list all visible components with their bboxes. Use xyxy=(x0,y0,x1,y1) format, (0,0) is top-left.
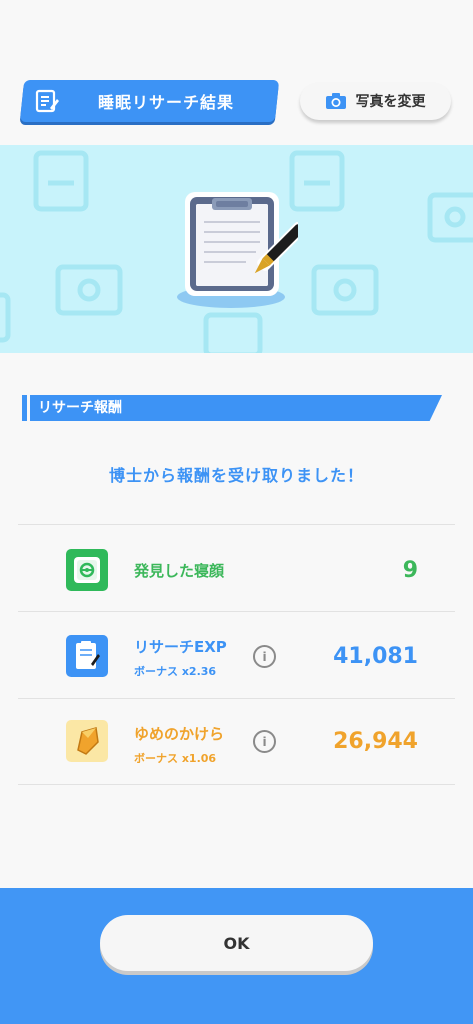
reward-value: 9 xyxy=(402,558,418,583)
divider xyxy=(18,611,455,612)
change-photo-button[interactable]: 写真を変更 xyxy=(300,82,451,120)
reward-title: 発見した寝顔 xyxy=(134,562,225,580)
reward-row-research-exp: リサーチEXP ボーナス x2.36 i 41,081 xyxy=(0,613,473,699)
ok-button[interactable]: OK xyxy=(100,915,373,971)
divider xyxy=(18,524,455,525)
reward-value: 26,944 xyxy=(333,729,418,754)
camera-icon xyxy=(325,93,346,109)
page-title-tab: 睡眠リサーチ結果 xyxy=(19,80,280,122)
pokedex-icon xyxy=(66,549,108,591)
section-header: リサーチ報酬 xyxy=(22,395,442,421)
clipboard-pen-illustration xyxy=(176,182,307,312)
divider xyxy=(18,698,455,699)
info-icon[interactable]: i xyxy=(253,730,276,753)
research-banner xyxy=(0,145,473,353)
reward-row-dream-shards: ゆめのかけら ボーナス x1.06 i 26,944 xyxy=(0,700,473,786)
dream-shard-icon xyxy=(66,720,108,762)
research-notepad-icon xyxy=(66,635,108,677)
section-title: リサーチ報酬 xyxy=(30,395,442,421)
page-title: 睡眠リサーチ結果 xyxy=(98,93,235,112)
reward-title: リサーチEXP xyxy=(134,638,227,656)
notepad-icon xyxy=(35,89,59,113)
divider xyxy=(18,784,455,785)
info-icon[interactable]: i xyxy=(253,645,276,668)
reward-value: 41,081 xyxy=(333,644,418,669)
reward-row-sleep-styles: 発見した寝顔 9 xyxy=(0,526,473,612)
reward-bonus: ボーナス x1.06 xyxy=(134,752,217,765)
reward-title: ゆめのかけら xyxy=(134,725,225,743)
change-photo-label: 写真を変更 xyxy=(355,94,426,110)
reward-bonus: ボーナス x2.36 xyxy=(134,665,217,678)
reward-message: 博士から報酬を受け取りました！ xyxy=(108,466,364,485)
